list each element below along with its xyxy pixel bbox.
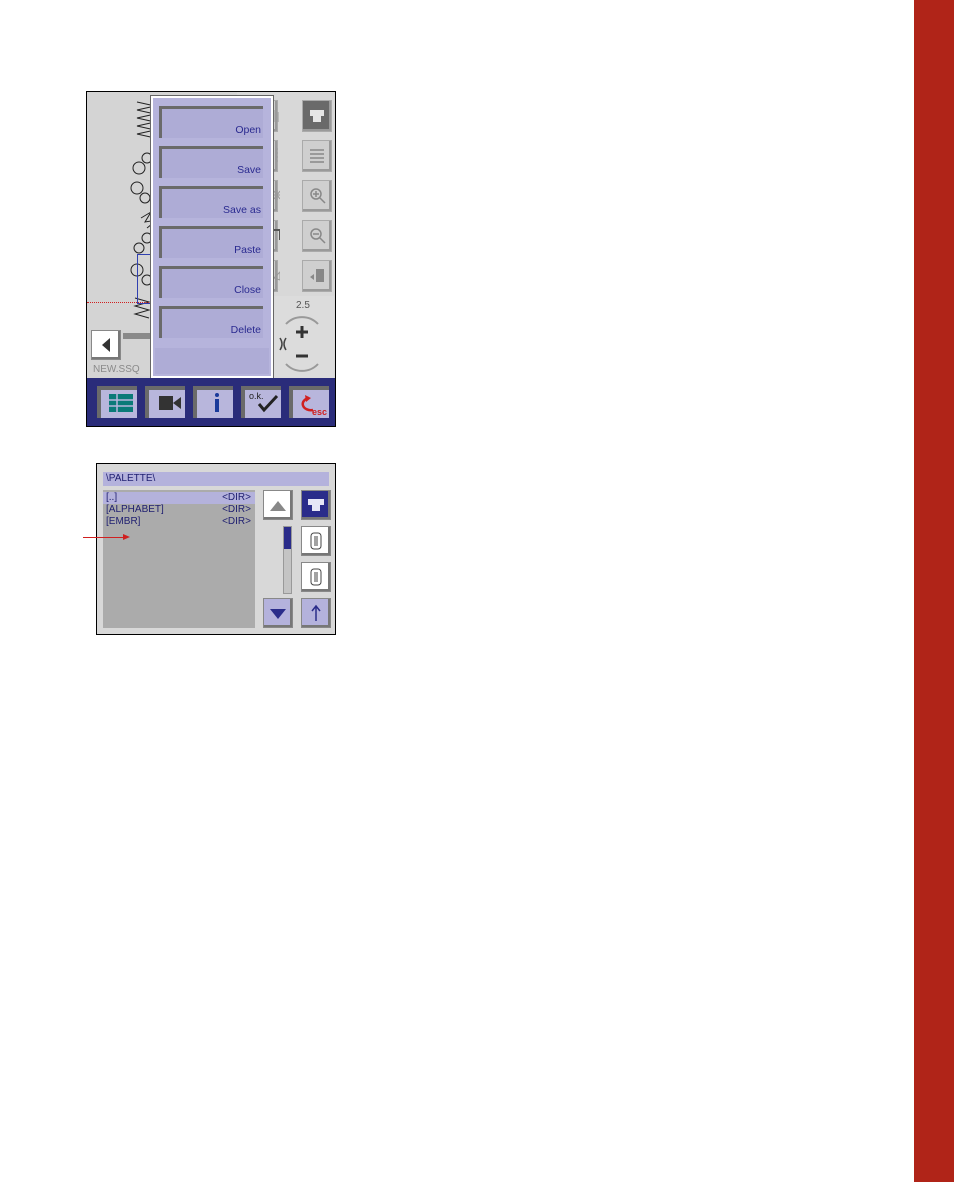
list-item[interactable]: [ALPHABET] <DIR> — [103, 504, 255, 516]
zoom-dial — [279, 316, 319, 372]
menu-save-as-button[interactable]: Save as — [159, 186, 263, 218]
vertical-scrollbar[interactable] — [283, 526, 292, 594]
tool-panel — [268, 100, 334, 296]
sewing-machine-button[interactable] — [301, 490, 331, 520]
memory-card-icon — [310, 532, 322, 550]
zoom-panel: 2.5 — [268, 296, 334, 382]
menu-item-label: Save — [237, 164, 261, 176]
sewing-machine-icon — [310, 110, 324, 122]
menu-item-label: Close — [234, 284, 261, 296]
sparkle-icon — [274, 190, 280, 200]
menu-item-label: Paste — [234, 244, 261, 256]
move-to-page-icon — [310, 269, 324, 282]
info-icon — [215, 393, 219, 412]
zoom-value: 2.5 — [296, 300, 310, 311]
menu-paste-button[interactable]: Paste — [159, 226, 263, 258]
video-camera-icon — [159, 396, 181, 410]
file-list: [..] <DIR> [ALPHABET] <DIR> [EMBR] <DIR> — [103, 490, 255, 628]
scroll-down-button[interactable] — [263, 598, 293, 628]
ok-button[interactable]: o.k. — [241, 386, 281, 418]
list-item[interactable]: [EMBR] <DIR> — [103, 516, 255, 528]
zoom-in-button[interactable] — [302, 180, 332, 212]
zoom-out-button[interactable] — [302, 220, 332, 252]
file-type: <DIR> — [222, 516, 251, 527]
memory-button-2[interactable] — [301, 562, 331, 592]
menu-open-button[interactable]: Open — [159, 106, 263, 138]
pointer-arrow-head — [123, 534, 130, 540]
menu-footer — [155, 348, 269, 374]
parent-folder-button[interactable] — [301, 598, 331, 628]
machine-screen-edit: NEW.SSQ 2.5 Open Save Save as Paste Clos… — [86, 91, 336, 427]
sewing-machine-icon — [308, 499, 324, 511]
file-menu: Open Save Save as Paste Close Delete — [151, 96, 273, 378]
menu-delete-button[interactable]: Delete — [159, 306, 263, 338]
eraser-icon — [274, 271, 280, 281]
zoom-in-icon — [310, 188, 326, 204]
page-side-bar — [914, 0, 954, 1182]
scroll-thumb[interactable] — [284, 527, 291, 549]
menu-item-label: Open — [235, 124, 261, 136]
file-name: [EMBR] — [106, 516, 141, 527]
menu-item-label: Delete — [230, 324, 261, 336]
arrow-corner-icon — [274, 229, 280, 240]
file-name-label: NEW.SSQ — [93, 364, 140, 375]
dotted-line-icon — [276, 148, 278, 162]
menu-bar-button[interactable] — [97, 386, 137, 418]
file-type: <DIR> — [222, 492, 251, 503]
zoom-plus-icon[interactable] — [296, 326, 308, 338]
list-button[interactable] — [302, 140, 332, 172]
triangle-down-icon — [270, 609, 286, 619]
move-to-page-button[interactable] — [302, 260, 332, 292]
bottom-toolbar: o.k. esc — [87, 378, 335, 426]
file-type: <DIR> — [222, 504, 251, 515]
memory-card-icon — [310, 568, 322, 586]
triangle-up-icon — [270, 501, 286, 511]
esc-label: esc — [311, 407, 327, 417]
menu-close-button[interactable]: Close — [159, 266, 263, 298]
arrow-up-icon — [311, 604, 321, 621]
memory-button[interactable] — [301, 526, 331, 556]
stitch-length-icon — [274, 110, 279, 122]
sewing-machine-button[interactable] — [302, 100, 332, 132]
path-bar: \PALETTE\ — [103, 472, 329, 486]
pointer-arrow — [83, 537, 123, 538]
file-name: [..] — [106, 492, 118, 503]
list-icon — [310, 149, 324, 163]
info-button[interactable] — [193, 386, 233, 418]
scroll-left-button[interactable] — [91, 330, 121, 360]
checkmark-icon — [257, 394, 279, 413]
machine-screen-file-browser: \PALETTE\ [..] <DIR> [ALPHABET] <DIR> [E… — [96, 463, 336, 635]
needle-position-line — [87, 302, 157, 303]
list-table-icon — [109, 394, 133, 412]
file-name: [ALPHABET] — [106, 504, 164, 515]
esc-button[interactable]: esc — [289, 386, 329, 418]
video-button[interactable] — [145, 386, 185, 418]
scroll-up-button[interactable] — [263, 490, 293, 520]
list-item[interactable]: [..] <DIR> — [103, 492, 255, 504]
menu-save-button[interactable]: Save — [159, 146, 263, 178]
menu-item-label: Save as — [223, 204, 261, 216]
zoom-out-icon — [310, 228, 326, 244]
